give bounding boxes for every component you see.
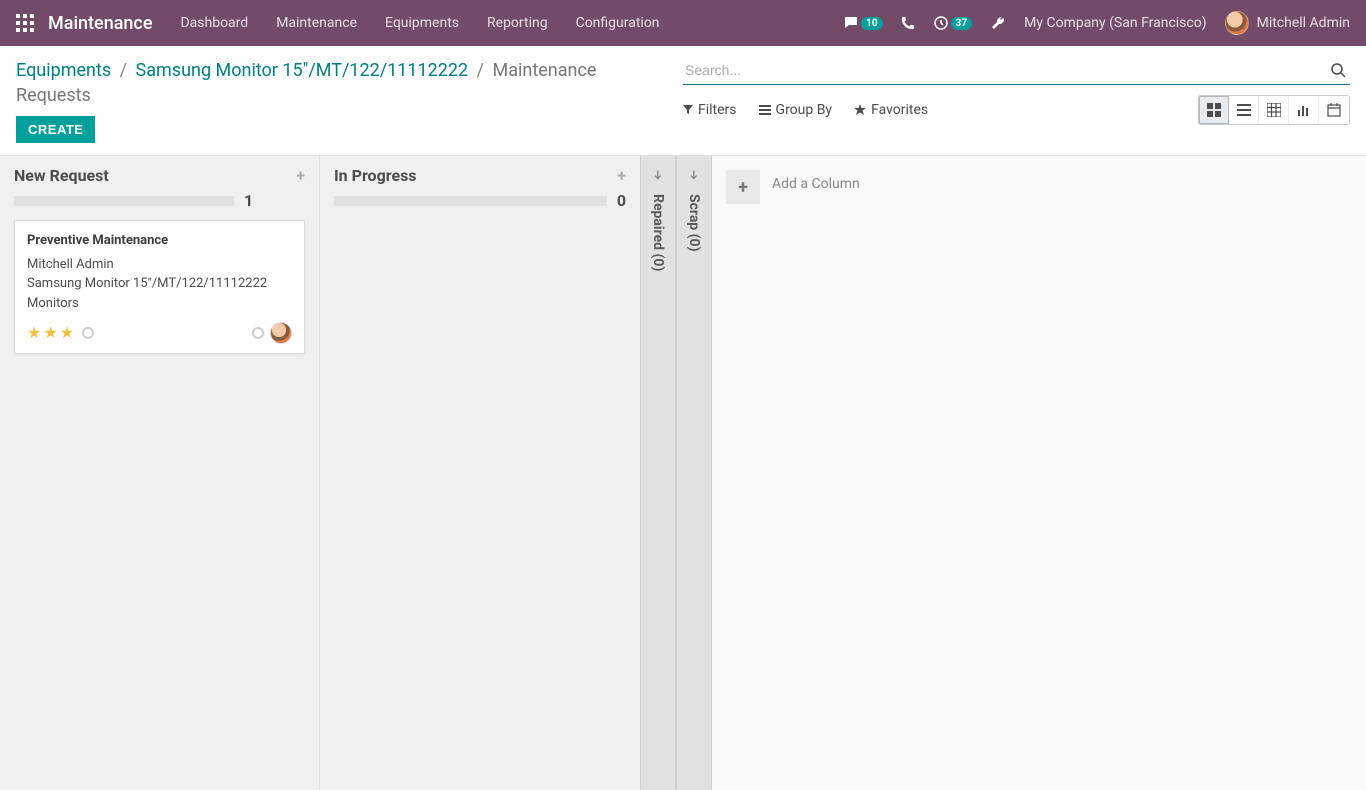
filters-button[interactable]: Filters [683, 102, 737, 118]
view-pivot-button[interactable] [1259, 96, 1289, 124]
column-count: 0 [617, 191, 626, 210]
star-icon: ★ [43, 321, 57, 345]
user-avatar [1225, 11, 1249, 35]
menu-equipments[interactable]: Equipments [385, 15, 459, 31]
view-calendar-button[interactable] [1319, 96, 1349, 124]
phone-icon[interactable] [901, 16, 915, 30]
card-right [246, 322, 292, 344]
add-column-label[interactable]: Add a Column [772, 170, 860, 192]
card-user: Mitchell Admin [27, 255, 292, 275]
breadcrumb: Equipments / Samsung Monitor 15"/MT/122/… [16, 58, 667, 108]
menu-configuration[interactable]: Configuration [576, 15, 660, 31]
activities-icon[interactable]: 37 [933, 15, 972, 31]
messages-badge: 10 [861, 17, 882, 30]
activity-indicator-icon[interactable] [82, 327, 94, 339]
column-count: 1 [244, 191, 253, 210]
activities-badge: 37 [951, 17, 972, 30]
messages-icon[interactable]: 10 [843, 15, 882, 31]
view-switcher [1198, 95, 1350, 125]
view-kanban-button[interactable] [1199, 96, 1229, 124]
search-icon[interactable] [1326, 62, 1350, 78]
card-footer: ★ ★ ★ [27, 321, 292, 345]
breadcrumb-root[interactable]: Equipments [16, 60, 111, 81]
search-toolbar: Filters Group By Favorites [683, 95, 1350, 125]
kanban-card[interactable]: Preventive Maintenance Mitchell Admin Sa… [14, 220, 305, 354]
kanban-column-folded-repaired[interactable]: ➔ Repaired (0) [640, 156, 676, 790]
progress-bar[interactable] [334, 196, 607, 206]
kanban-state-icon[interactable] [252, 327, 264, 339]
search-bar [683, 58, 1350, 85]
star-icon [854, 104, 866, 116]
list-icon [759, 105, 771, 115]
quick-create-button[interactable]: + [617, 166, 626, 185]
view-graph-button[interactable] [1289, 96, 1319, 124]
groupby-button[interactable]: Group By [759, 102, 833, 118]
add-column-button[interactable]: + [726, 170, 760, 204]
column-progress: 1 [14, 191, 305, 210]
filters-label: Filters [698, 102, 737, 118]
view-list-button[interactable] [1229, 96, 1259, 124]
assignee-avatar[interactable] [270, 322, 292, 344]
card-category: Monitors [27, 294, 292, 314]
kanban-view: New Request + 1 Preventive Maintenance M… [0, 156, 1366, 790]
folded-title: Repaired (0) [650, 194, 666, 271]
column-title[interactable]: New Request [14, 166, 109, 185]
card-equipment: Samsung Monitor 15"/MT/122/11112222 [27, 274, 292, 294]
kanban-column-new-request: New Request + 1 Preventive Maintenance M… [0, 156, 320, 790]
column-title[interactable]: In Progress [334, 166, 417, 185]
favorites-button[interactable]: Favorites [854, 102, 928, 118]
groupby-label: Group By [776, 102, 833, 118]
topbar-right: 10 37 My Company (San Francisco) Mitchel… [843, 11, 1350, 35]
priority-stars[interactable]: ★ ★ ★ [27, 321, 94, 345]
card-title: Preventive Maintenance [27, 231, 292, 251]
topbar: Maintenance Dashboard Maintenance Equipm… [0, 0, 1366, 46]
control-panel-left: Equipments / Samsung Monitor 15"/MT/122/… [0, 46, 683, 155]
progress-bar[interactable] [14, 196, 234, 206]
top-menu: Dashboard Maintenance Equipments Reporti… [180, 15, 843, 31]
apps-icon[interactable] [16, 14, 34, 32]
search-options: Filters Group By Favorites [683, 102, 1198, 118]
unfold-icon: ➔ [687, 170, 701, 180]
search-input[interactable] [683, 58, 1326, 82]
menu-maintenance[interactable]: Maintenance [276, 15, 357, 31]
menu-dashboard[interactable]: Dashboard [180, 15, 248, 31]
app-title: Maintenance [48, 13, 152, 34]
menu-reporting[interactable]: Reporting [487, 15, 548, 31]
create-button[interactable]: CREATE [16, 116, 95, 143]
star-icon: ★ [60, 321, 74, 345]
add-column-area: + Add a Column [712, 156, 1366, 790]
control-panel-right: Filters Group By Favorites [683, 46, 1366, 155]
kanban-column-in-progress: In Progress + 0 [320, 156, 640, 790]
control-panel: Equipments / Samsung Monitor 15"/MT/122/… [0, 46, 1366, 156]
quick-create-button[interactable]: + [296, 166, 305, 185]
tools-icon[interactable] [990, 15, 1006, 31]
favorites-label: Favorites [871, 102, 928, 118]
star-icon: ★ [27, 321, 41, 345]
filter-icon [683, 105, 693, 115]
user-name: Mitchell Admin [1257, 15, 1350, 31]
user-menu[interactable]: Mitchell Admin [1225, 11, 1350, 35]
unfold-icon: ➔ [651, 170, 665, 180]
column-header: New Request + [14, 166, 305, 185]
breadcrumb-item[interactable]: Samsung Monitor 15"/MT/122/11112222 [136, 60, 469, 81]
breadcrumb-sep: / [120, 60, 127, 81]
breadcrumb-sep: / [477, 60, 484, 81]
kanban-column-folded-scrap[interactable]: ➔ Scrap (0) [676, 156, 712, 790]
column-header: In Progress + [334, 166, 626, 185]
folded-title: Scrap (0) [686, 194, 702, 252]
column-progress: 0 [334, 191, 626, 210]
company-selector[interactable]: My Company (San Francisco) [1024, 15, 1206, 31]
